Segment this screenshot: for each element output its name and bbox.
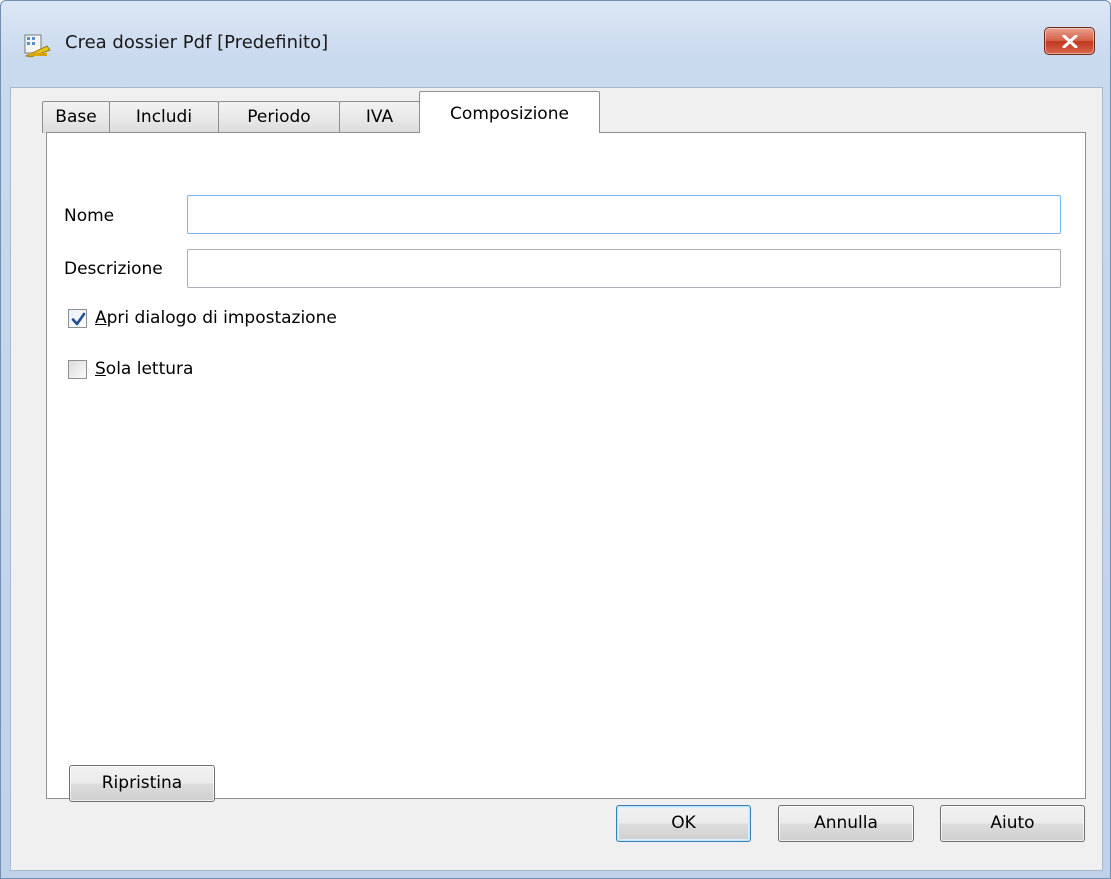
descrizione-input[interactable]: [187, 249, 1061, 288]
descrizione-label: Descrizione: [64, 259, 163, 279]
tab-base[interactable]: Base: [42, 101, 110, 133]
nome-input[interactable]: [187, 195, 1061, 234]
sola-lettura-label: Sola lettura: [95, 359, 193, 379]
sola-lettura-checkbox[interactable]: Sola lettura: [68, 357, 193, 381]
ripristina-button[interactable]: Ripristina: [69, 765, 215, 802]
nome-label: Nome: [64, 206, 115, 226]
tab-composizione[interactable]: Composizione: [419, 91, 600, 133]
dialog-window: Crea dossier Pdf [Predefinito] Base Incl…: [0, 0, 1111, 879]
checkbox-checked-box[interactable]: [68, 308, 87, 328]
app-dossier-icon: [23, 32, 51, 58]
ok-button[interactable]: OK: [616, 805, 751, 842]
close-icon: [1062, 35, 1078, 48]
close-button[interactable]: [1044, 27, 1095, 55]
composizione-panel: Nome Descrizione Apri dialogo di imposta…: [46, 132, 1086, 802]
title-bar[interactable]: Crea dossier Pdf [Predefinito]: [1, 1, 1110, 87]
annulla-button[interactable]: Annulla: [778, 805, 914, 842]
window-title: Crea dossier Pdf [Predefinito]: [65, 32, 329, 53]
apri-dialogo-mnemonic: A: [95, 308, 107, 328]
apri-dialogo-checkbox[interactable]: Apri dialogo di impostazione: [68, 306, 337, 330]
checkmark-icon: [71, 312, 86, 325]
sola-lettura-text: ola lettura: [105, 359, 194, 379]
aiuto-button[interactable]: Aiuto: [940, 805, 1085, 842]
checkbox-unchecked-box[interactable]: [68, 359, 87, 379]
tab-periodo[interactable]: Periodo: [218, 101, 340, 133]
tab-iva[interactable]: IVA: [339, 101, 420, 133]
apri-dialogo-text: pri dialogo di impostazione: [106, 308, 337, 328]
sola-lettura-mnemonic: S: [95, 359, 106, 379]
tab-includi[interactable]: Includi: [109, 101, 219, 133]
apri-dialogo-label: Apri dialogo di impostazione: [95, 308, 337, 328]
dialog-client-area: Base Includi Periodo IVA Composizione No…: [10, 87, 1103, 871]
